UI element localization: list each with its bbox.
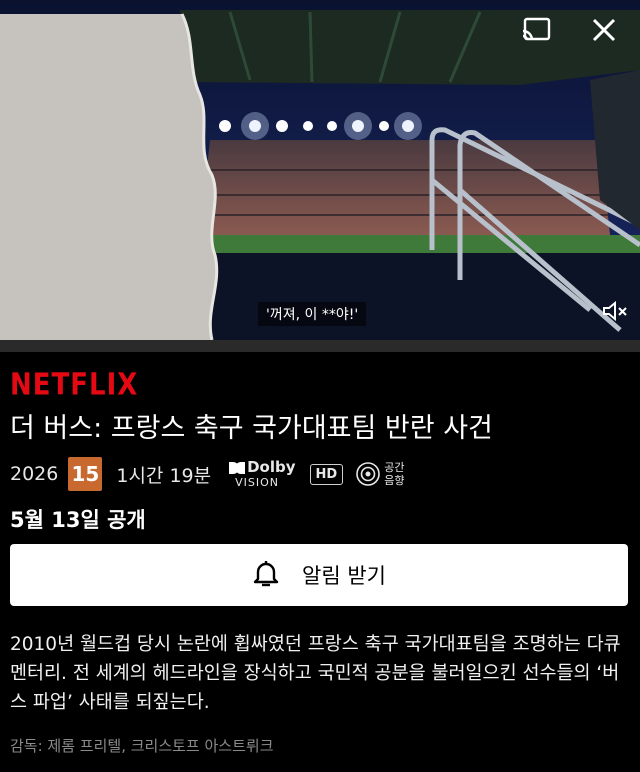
spatial-audio-badge: 공간 음향: [355, 461, 404, 487]
cast-button[interactable]: [516, 14, 556, 50]
director-credit: 감독: 제롬 프리텔, 크리스토프 아스트뤼크: [10, 737, 274, 755]
dolby-label: Dolby: [247, 458, 296, 476]
runtime: 1시간 19분: [116, 464, 212, 487]
progress-fill: [0, 340, 640, 352]
metadata-row: 2026 15 1시간 19분 Dolby VISION HD 공간 음향: [10, 455, 404, 493]
close-icon: [591, 17, 617, 47]
spatial-audio-icon: [356, 462, 381, 486]
remind-me-label: 알림 받기: [302, 564, 386, 588]
vision-label: VISION: [235, 476, 279, 489]
page-title: 더 버스: 프랑스 축구 국가대표팀 반란 사건: [10, 413, 493, 444]
dolby-icon: [229, 461, 246, 474]
release-date: 5월 13일 공개: [10, 508, 146, 532]
playback-progress[interactable]: [0, 340, 640, 352]
mute-icon: [602, 300, 630, 326]
stadium-scene: [0, 0, 640, 340]
bell-icon: [252, 559, 302, 592]
cast-icon: [521, 17, 551, 47]
synopsis: 2010년 월드컵 당시 논란에 휩싸였던 프랑스 축구 국가대표팀을 조명하는…: [10, 634, 621, 713]
age-rating-badge: 15: [68, 457, 103, 491]
release-year: 2026: [10, 463, 59, 485]
spatial-audio-line2: 음향: [384, 474, 405, 487]
remind-me-button[interactable]: 알림 받기: [10, 544, 628, 606]
video-player[interactable]: '꺼져, 이 **야!': [0, 0, 640, 340]
dolby-vision-badge: Dolby VISION: [229, 458, 296, 489]
mute-button[interactable]: [600, 300, 632, 326]
hd-badge: HD: [309, 463, 344, 485]
subtitle-caption: '꺼져, 이 **야!': [258, 302, 367, 326]
spatial-audio-line1: 공간: [384, 461, 405, 474]
netflix-logo: NETFLIX: [10, 368, 139, 403]
close-button[interactable]: [584, 14, 624, 50]
